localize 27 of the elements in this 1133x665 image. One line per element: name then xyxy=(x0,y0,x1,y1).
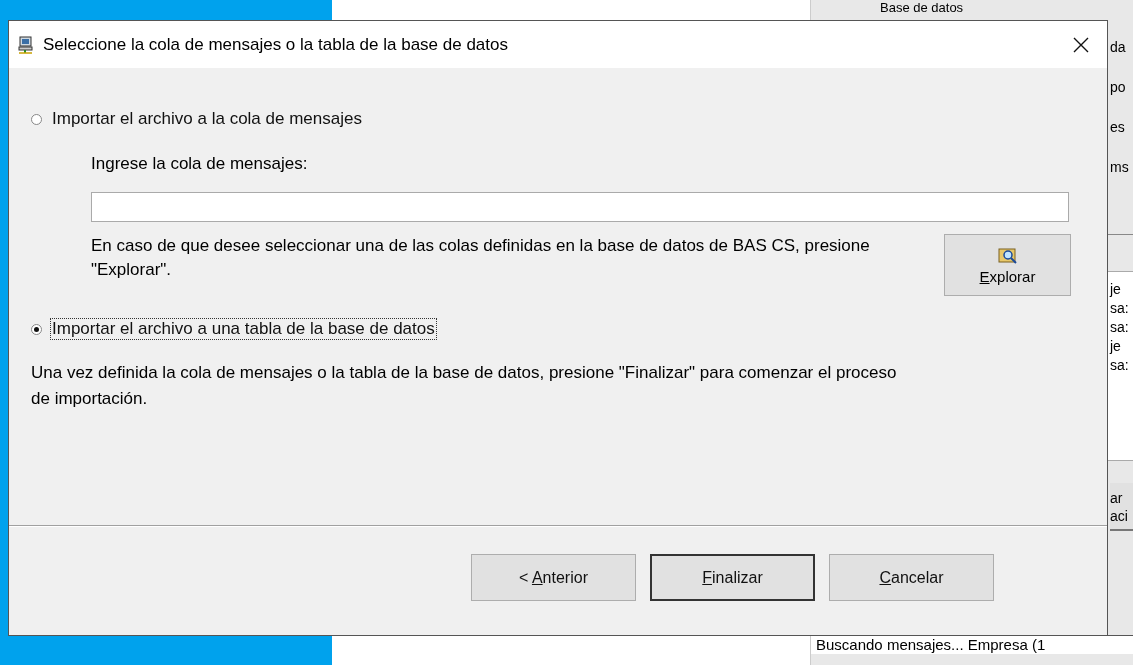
log-text: sa: xyxy=(1110,356,1129,375)
panel-text: da xyxy=(1110,38,1126,57)
instruction-text: Una vez definida la cola de mensajes o la tabla de la base de datos, presione "Finalizar" para comenzar el proceso de importación. xyxy=(31,362,898,410)
panel-text: es xyxy=(1110,118,1125,137)
queue-input-field[interactable] xyxy=(91,192,1069,222)
folder-magnifier-icon xyxy=(997,245,1018,264)
field-label: Ingrese la cola de mensajes: xyxy=(91,154,309,174)
dialog-button[interactable]: < Anterior xyxy=(471,554,636,601)
panel-text: Base de datos xyxy=(880,0,964,17)
computer-icon xyxy=(17,35,35,54)
panel-text: ms xyxy=(1110,158,1129,177)
side-button[interactable]: ar aci xyxy=(1110,483,1133,531)
log-text: sa: xyxy=(1110,318,1129,337)
status-text: Buscando mensajes... Empresa (1 xyxy=(811,635,1133,654)
radio-option[interactable]: Importar el archivo a una tabla de la base de datos xyxy=(31,318,1087,340)
dialog-button[interactable]: Finalizar xyxy=(650,554,815,601)
panel-text: po xyxy=(1110,78,1126,97)
dialog-title: Seleccione la cola de mensajes o la tabla de la base de datos xyxy=(43,34,509,55)
dialog-button[interactable]: Cancelar xyxy=(829,554,994,601)
radio-option[interactable]: Importar el archivo a la cola de mensajes xyxy=(31,108,1087,130)
log-text: sa: xyxy=(1110,299,1129,318)
hint-text: En caso de que desee seleccionar una de las colas definidas en la base de datos de BAS CS, presione "Explorar". xyxy=(91,235,871,281)
radio-button[interactable] xyxy=(31,113,42,125)
explore-button[interactable]: Explorar xyxy=(944,234,1071,296)
radio-button[interactable] xyxy=(31,323,42,335)
log-text: je xyxy=(1110,280,1121,299)
log-text: je xyxy=(1110,337,1121,356)
